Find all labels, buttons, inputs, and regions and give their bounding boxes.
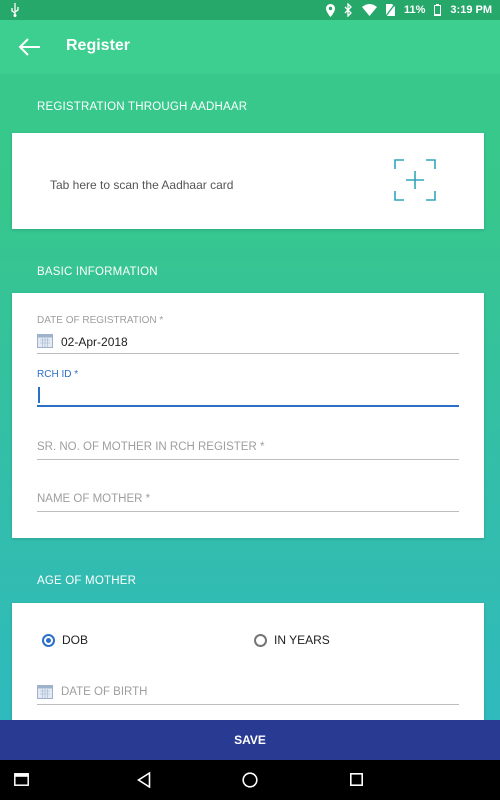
age-card: DOB IN YEARS DATE OF BIRTH [12, 603, 484, 720]
date-of-birth-field[interactable]: DATE OF BIRTH [37, 681, 459, 709]
radio-in-years-label: IN YEARS [274, 633, 330, 647]
name-of-mother-field[interactable]: NAME OF MOTHER * [37, 485, 459, 515]
overview-square-icon[interactable] [350, 773, 363, 786]
rch-id-field[interactable]: RCH ID * [37, 369, 459, 411]
status-bar: 11% 3:19 PM [0, 0, 500, 20]
location-icon [326, 3, 335, 17]
home-circle-icon[interactable] [242, 772, 258, 788]
app-bar: Register [0, 20, 500, 74]
usb-icon [11, 3, 19, 17]
back-triangle-icon[interactable] [137, 772, 151, 788]
save-button[interactable]: SAVE [0, 720, 500, 760]
battery-percent: 11% [404, 4, 426, 16]
sr-no-input[interactable]: SR. NO. OF MOTHER IN RCH REGISTER * [37, 441, 264, 453]
date-of-registration-field[interactable]: DATE OF REGISTRATION * 02-Apr-2018 [37, 315, 459, 357]
no-sim-icon [386, 4, 395, 16]
age-section-label: AGE OF MOTHER [37, 575, 137, 587]
radio-dob[interactable]: DOB [42, 633, 88, 647]
page-title: Register [66, 37, 131, 54]
clock: 3:19 PM [450, 4, 492, 16]
battery-icon [434, 4, 442, 16]
recent-apps-window-icon[interactable] [14, 773, 29, 786]
bluetooth-icon [344, 3, 352, 17]
date-of-birth-input[interactable]: DATE OF BIRTH [61, 686, 147, 698]
aadhaar-section-label: REGISTRATION THROUGH AADHAAR [37, 101, 248, 113]
arrow-left-icon[interactable] [18, 36, 42, 58]
rch-id-label: RCH ID * [37, 369, 79, 380]
name-of-mother-input[interactable]: NAME OF MOTHER * [37, 493, 150, 505]
wifi-icon [362, 4, 377, 16]
scan-instruction: Tab here to scan the Aadhaar card [50, 178, 234, 192]
system-nav-bar [0, 760, 500, 800]
scan-plus-icon [394, 159, 436, 201]
date-of-registration-label: DATE OF REGISTRATION * [37, 315, 164, 326]
radio-dob-label: DOB [62, 633, 89, 647]
aadhaar-scan-card[interactable]: Tab here to scan the Aadhaar card [12, 133, 484, 229]
basic-info-section-label: BASIC INFORMATION [37, 266, 158, 278]
basic-info-card: DATE OF REGISTRATION * 02-Apr-2018 RCH I… [12, 293, 484, 538]
radio-checked-icon [42, 633, 55, 647]
radio-in-years[interactable]: IN YEARS [254, 633, 330, 647]
text-cursor [38, 387, 40, 403]
calendar-icon [37, 685, 53, 699]
sr-no-field[interactable]: SR. NO. OF MOTHER IN RCH REGISTER * [37, 433, 459, 463]
radio-unchecked-icon [254, 633, 267, 647]
date-of-registration-value: 02-Apr-2018 [61, 335, 128, 349]
calendar-icon [37, 334, 53, 348]
